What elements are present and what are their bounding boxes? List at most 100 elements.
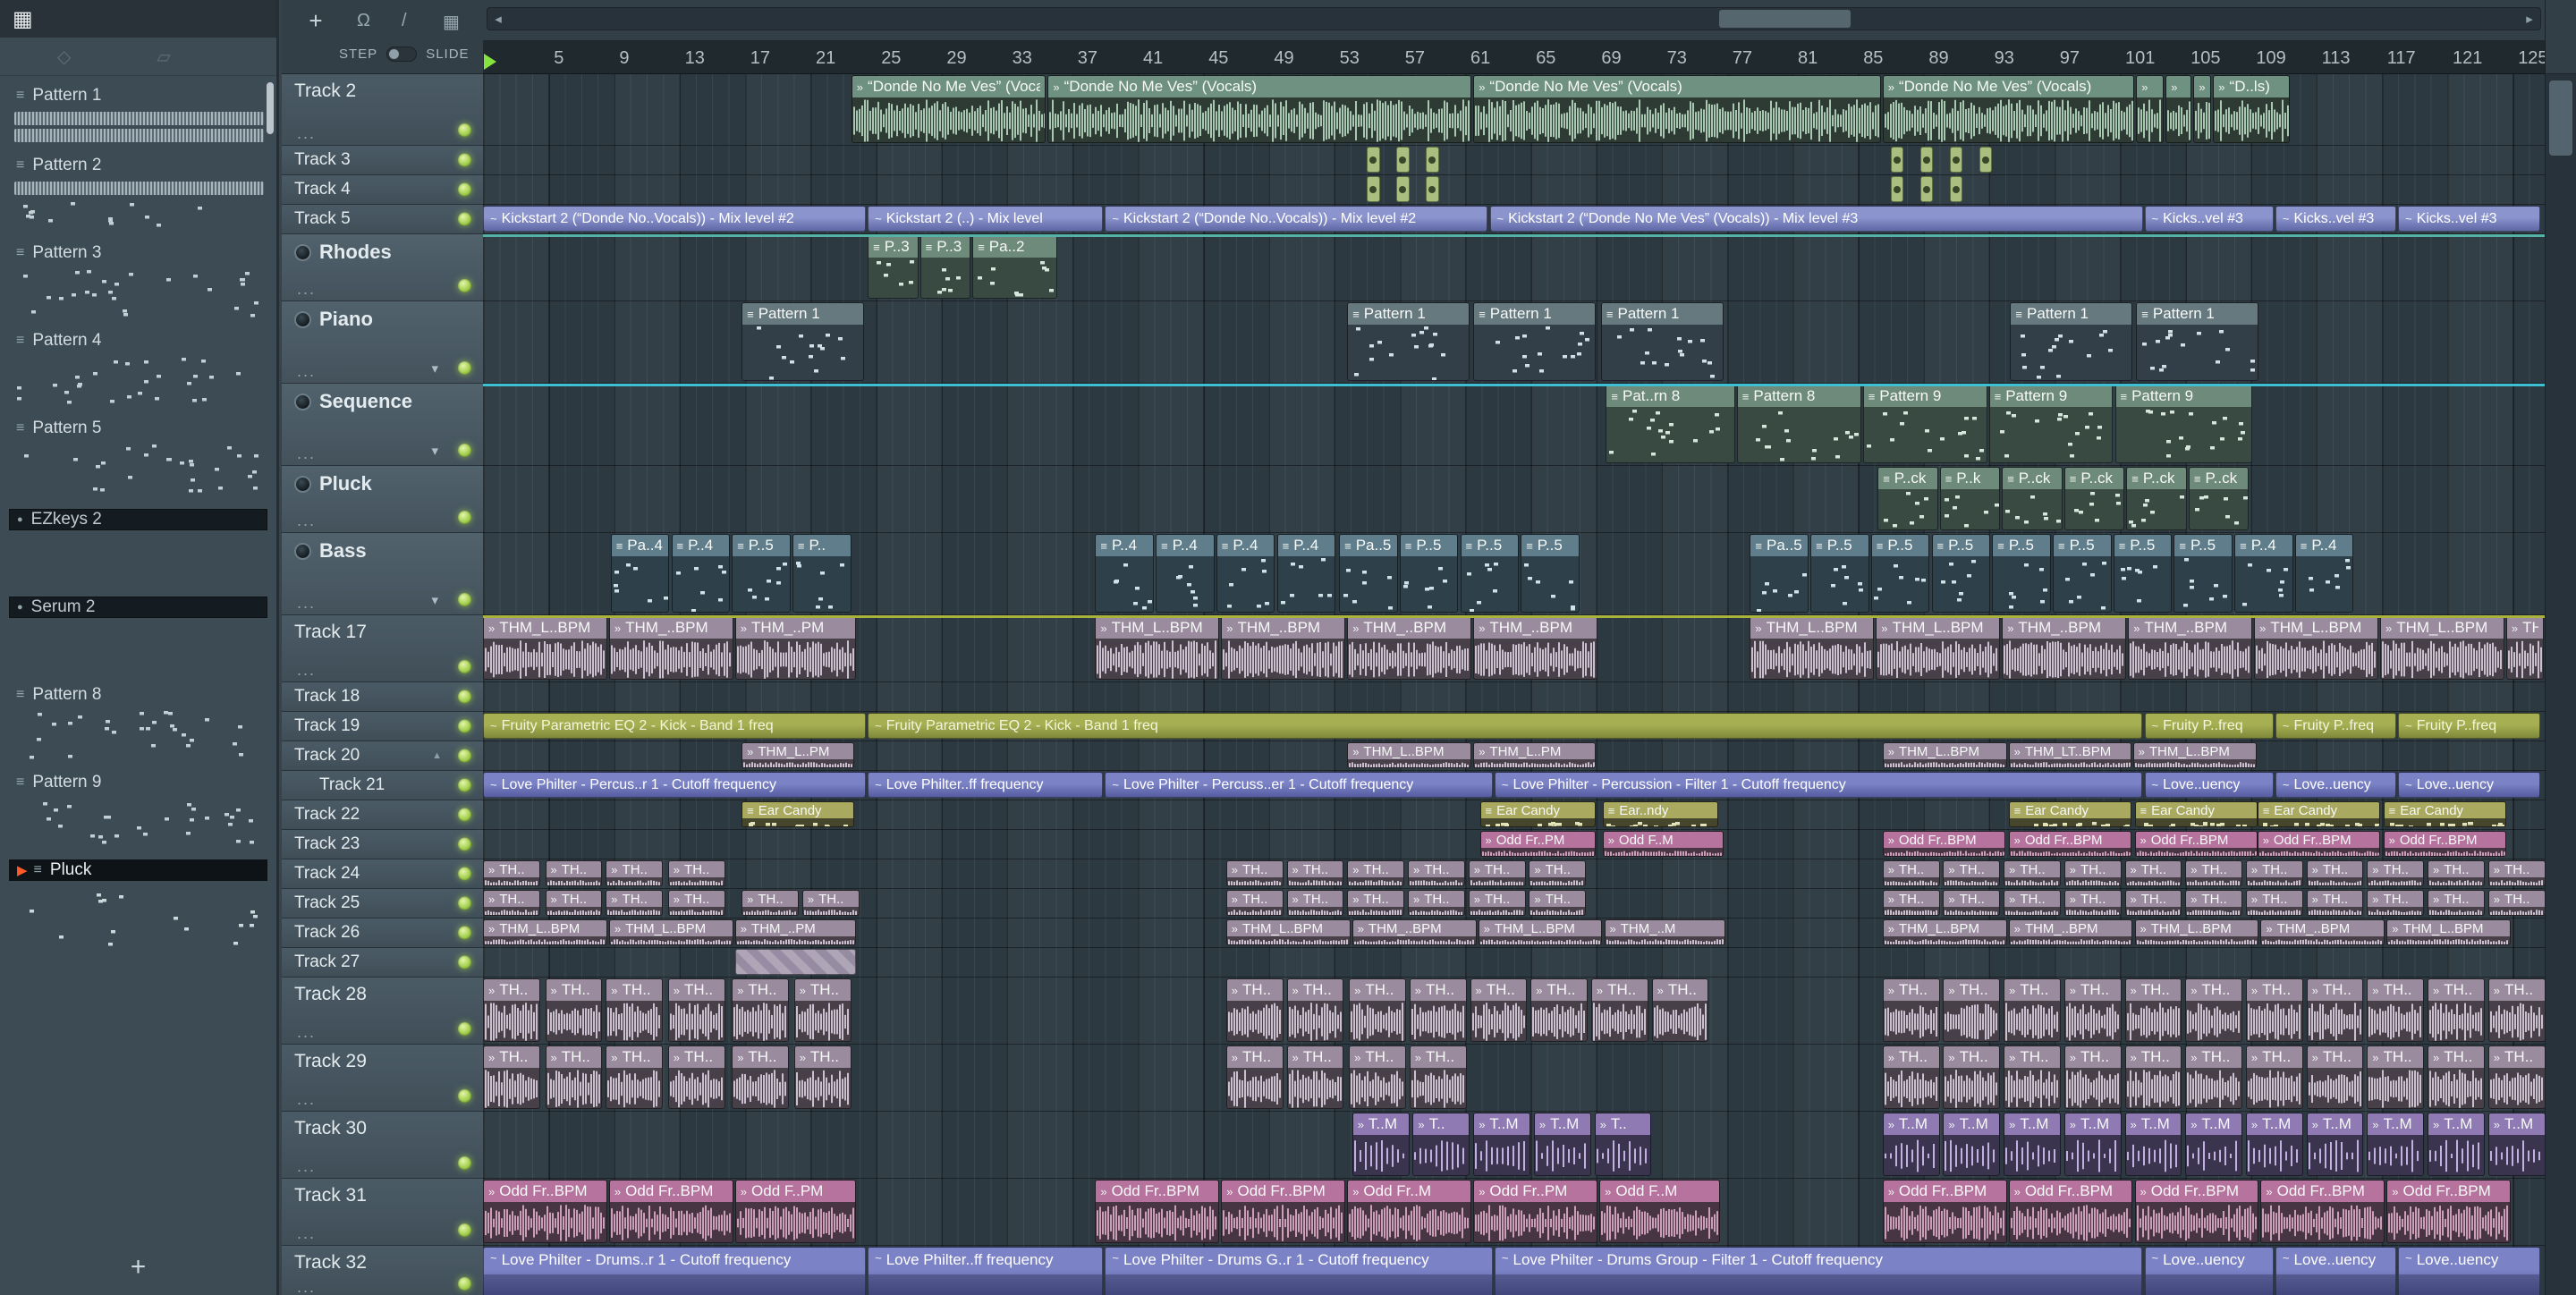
- clip-thm[interactable]: » THM_L..BPM: [1095, 616, 1220, 680]
- track-enable-led[interactable]: [458, 926, 471, 940]
- track-header-track-20[interactable]: Track 20 ▲: [282, 741, 483, 771]
- clip-odd[interactable]: » Odd Fr..BPM: [2260, 1180, 2385, 1243]
- clip-th[interactable]: » TH..: [1943, 978, 2001, 1042]
- clip-mini[interactable]: [1426, 147, 1439, 173]
- clip-th[interactable]: » TH..: [1468, 890, 1526, 916]
- clip-th[interactable]: » TH..: [1529, 890, 1587, 916]
- track-enable-led[interactable]: [458, 837, 471, 851]
- clip-bass[interactable]: ≡ P..4: [671, 534, 731, 613]
- clip-th[interactable]: » TH..: [1286, 978, 1344, 1042]
- clip-th[interactable]: » TH..: [2004, 890, 2061, 916]
- clip-th[interactable]: » TH..: [483, 978, 540, 1042]
- clip-th[interactable]: » TH..: [1225, 890, 1284, 916]
- track-enable-led[interactable]: [458, 719, 471, 733]
- clip-th[interactable]: » TH..: [545, 1045, 603, 1109]
- playlist-lane-track-26[interactable]: » THM_L..BPM» THM_L..BPM» THM_..PM» THM_L..B…: [483, 918, 2545, 948]
- clip-vocal[interactable]: »: [2136, 75, 2165, 143]
- clip-bass[interactable]: ≡ P..4: [1095, 534, 1155, 613]
- clip-patb[interactable]: ≡ Pattern 1: [1600, 302, 1724, 381]
- clip-th[interactable]: » TH..: [606, 1045, 664, 1109]
- clip-th[interactable]: » TH..: [1882, 890, 1940, 916]
- clip-patg[interactable]: ≡ P..ck: [1877, 467, 1938, 530]
- clip-th[interactable]: » TH..: [483, 890, 540, 916]
- clip-ear[interactable]: ≡ Ear Candy: [2383, 801, 2506, 827]
- clip-kick[interactable]: ~ Kicks..vel #3: [2398, 206, 2541, 232]
- clip-thm[interactable]: » THM_L..BPM: [2134, 919, 2259, 945]
- clip-thm[interactable]: » THM_LT..BPM: [2008, 742, 2131, 768]
- clip-tm[interactable]: » T..M: [2185, 1113, 2243, 1176]
- clip-philter[interactable]: ~ Love Philter - Percus..r 1 - Cutoff fre…: [483, 772, 867, 798]
- clip-patg[interactable]: ≡ P..ck: [2063, 467, 2125, 530]
- clip-philter[interactable]: ~ Love Philter - Percussion - Filter 1 - …: [1494, 772, 2143, 798]
- clip-vocal[interactable]: »“Donde No Me Ves” (Vocals): [1882, 75, 2135, 143]
- clip-odd[interactable]: » Odd Fr..BPM: [1882, 831, 2005, 857]
- clip-th[interactable]: » TH..: [2063, 978, 2122, 1042]
- clip-th[interactable]: » TH..: [2063, 860, 2122, 886]
- clip-mini[interactable]: [1367, 147, 1380, 173]
- track-header-track-19[interactable]: Track 19: [282, 712, 483, 741]
- clip-odd[interactable]: » Odd Fr..PM: [1479, 831, 1597, 857]
- clip-mini[interactable]: [1890, 176, 1904, 202]
- clip-thm[interactable]: » THM_L..BPM: [1478, 919, 1603, 945]
- clip-vocal[interactable]: »“Donde No Me Ves” (Vocals): [1047, 75, 1472, 143]
- track-enable-led[interactable]: [458, 749, 471, 763]
- clip-bass[interactable]: ≡ P..5: [2053, 534, 2112, 613]
- track-enable-led[interactable]: [458, 153, 471, 167]
- instrument-channel-icon[interactable]: [294, 475, 311, 493]
- track-header-track-17[interactable]: Track 17...: [282, 615, 483, 682]
- clip-mini[interactable]: [1367, 176, 1380, 202]
- playlist-lane-pluck[interactable]: ≡ P..ck ≡ P..k ≡ P..ck ≡ P..ck ≡ P..ck ≡ P..ck: [483, 466, 2545, 533]
- clip-tm[interactable]: » T..M: [1352, 1113, 1410, 1176]
- timeline-ruler[interactable]: 5 9 13 17 21 25 29 33 37 41 45 49 53 57 61 65 69 73 77 81 85…: [483, 41, 2545, 74]
- clip-philter[interactable]: ~ Love Philter - Drums Group - Filter 1 -…: [1494, 1247, 2143, 1295]
- clip-ear[interactable]: ≡ Ear..ndy: [1602, 801, 1719, 827]
- track-enable-led[interactable]: [458, 778, 471, 792]
- clip-th[interactable]: » TH..: [606, 860, 664, 886]
- track-header-track-25[interactable]: Track 25: [282, 889, 483, 918]
- pattern-item-serum-2[interactable]: ● Serum 2: [9, 597, 267, 673]
- clip-patg[interactable]: ≡ P..ck: [2126, 467, 2187, 530]
- clip-philter[interactable]: ~ Love..uency: [2398, 1247, 2541, 1295]
- track-header-pluck[interactable]: Pluck...: [282, 466, 483, 533]
- clip-patg[interactable]: ≡ P..3: [919, 235, 971, 299]
- clip-thm[interactable]: » THM_L..BPM: [2386, 919, 2512, 945]
- clip-th[interactable]: » TH..: [801, 890, 860, 916]
- playlist-lane-track-23[interactable]: » Odd Fr..PM» Odd F..M» Odd Fr..BPM» Odd Fr.…: [483, 830, 2545, 859]
- clip-mini[interactable]: [1949, 176, 1963, 202]
- playlist-lane-track-29[interactable]: » TH..» TH..» TH..» TH..» TH..» TH..» TH..» TH..…: [483, 1045, 2545, 1112]
- track-header-track-26[interactable]: Track 26: [282, 918, 483, 948]
- clip-th[interactable]: » TH..: [1943, 860, 2001, 886]
- clip-mute[interactable]: [734, 949, 857, 975]
- playlist-lane-piano[interactable]: ≡ Pattern 1 ≡ Pattern 1 ≡ Pattern 1 ≡ Pattern 1…: [483, 301, 2545, 384]
- clip-thm[interactable]: » THM_L..BPM: [1882, 742, 2007, 768]
- clip-ear[interactable]: ≡ Ear Candy: [741, 801, 855, 827]
- clip-th[interactable]: » TH..: [2306, 890, 2364, 916]
- clip-th[interactable]: » TH..: [2367, 978, 2425, 1042]
- playlist-lane-track-20[interactable]: » THM_L..PM» THM_L..BPM» THM_L..PM» THM_L..B…: [483, 741, 2545, 771]
- sparkle-icon[interactable]: ◇: [57, 46, 71, 68]
- vertical-scrollbar[interactable]: [2545, 0, 2576, 1295]
- playlist-lane-track-30[interactable]: » T..M» T..» T..M» T..M» T..» T..M» T..M» T..M» T…: [483, 1112, 2545, 1179]
- clip-th[interactable]: » TH..: [545, 978, 603, 1042]
- instrument-channel-icon[interactable]: [294, 310, 311, 328]
- clip-patg[interactable]: ≡ Pattern 8: [1736, 385, 1861, 463]
- clip-mini[interactable]: [1949, 147, 1963, 173]
- clip-patg[interactable]: ≡ Pattern 9: [1862, 385, 1987, 463]
- clip-odd[interactable]: » Odd Fr..BPM: [2386, 1180, 2512, 1243]
- clip-philter[interactable]: ~ Love..uency: [2275, 772, 2397, 798]
- clip-bass[interactable]: ≡ P..5: [1460, 534, 1520, 613]
- clip-th[interactable]: » TH..: [1286, 890, 1344, 916]
- clip-kick[interactable]: ~ Kicks..vel #3: [2144, 206, 2274, 232]
- playlist-lane-track-25[interactable]: » TH..» TH..» TH..» TH..» TH..» TH..» TH..» TH..…: [483, 889, 2545, 918]
- clip-tm[interactable]: » T..M: [2124, 1113, 2182, 1176]
- playlist-lane-bass[interactable]: ≡ Pa..4 ≡ P..4 ≡ P..5 ≡ P.. ≡ P..4 ≡ P..4 ≡ P..4 ≡ P..4…: [483, 533, 2545, 615]
- clip-th[interactable]: » TH..: [2185, 978, 2243, 1042]
- clip-th[interactable]: » TH..: [2487, 860, 2545, 886]
- clip-philter[interactable]: ~ Love..uency: [2144, 772, 2274, 798]
- pattern-item-pattern-2[interactable]: ≡ Pattern 2: [9, 155, 267, 232]
- clip-th[interactable]: » TH..: [2487, 1045, 2545, 1109]
- clip-bass[interactable]: ≡ P..5: [1931, 534, 1991, 613]
- clip-philter[interactable]: ~ Love Philter - Drums G..r 1 - Cutoff fr…: [1105, 1247, 1493, 1295]
- track-enable-led[interactable]: [458, 182, 471, 197]
- clip-thm[interactable]: » THM_L..BPM: [1347, 742, 1472, 768]
